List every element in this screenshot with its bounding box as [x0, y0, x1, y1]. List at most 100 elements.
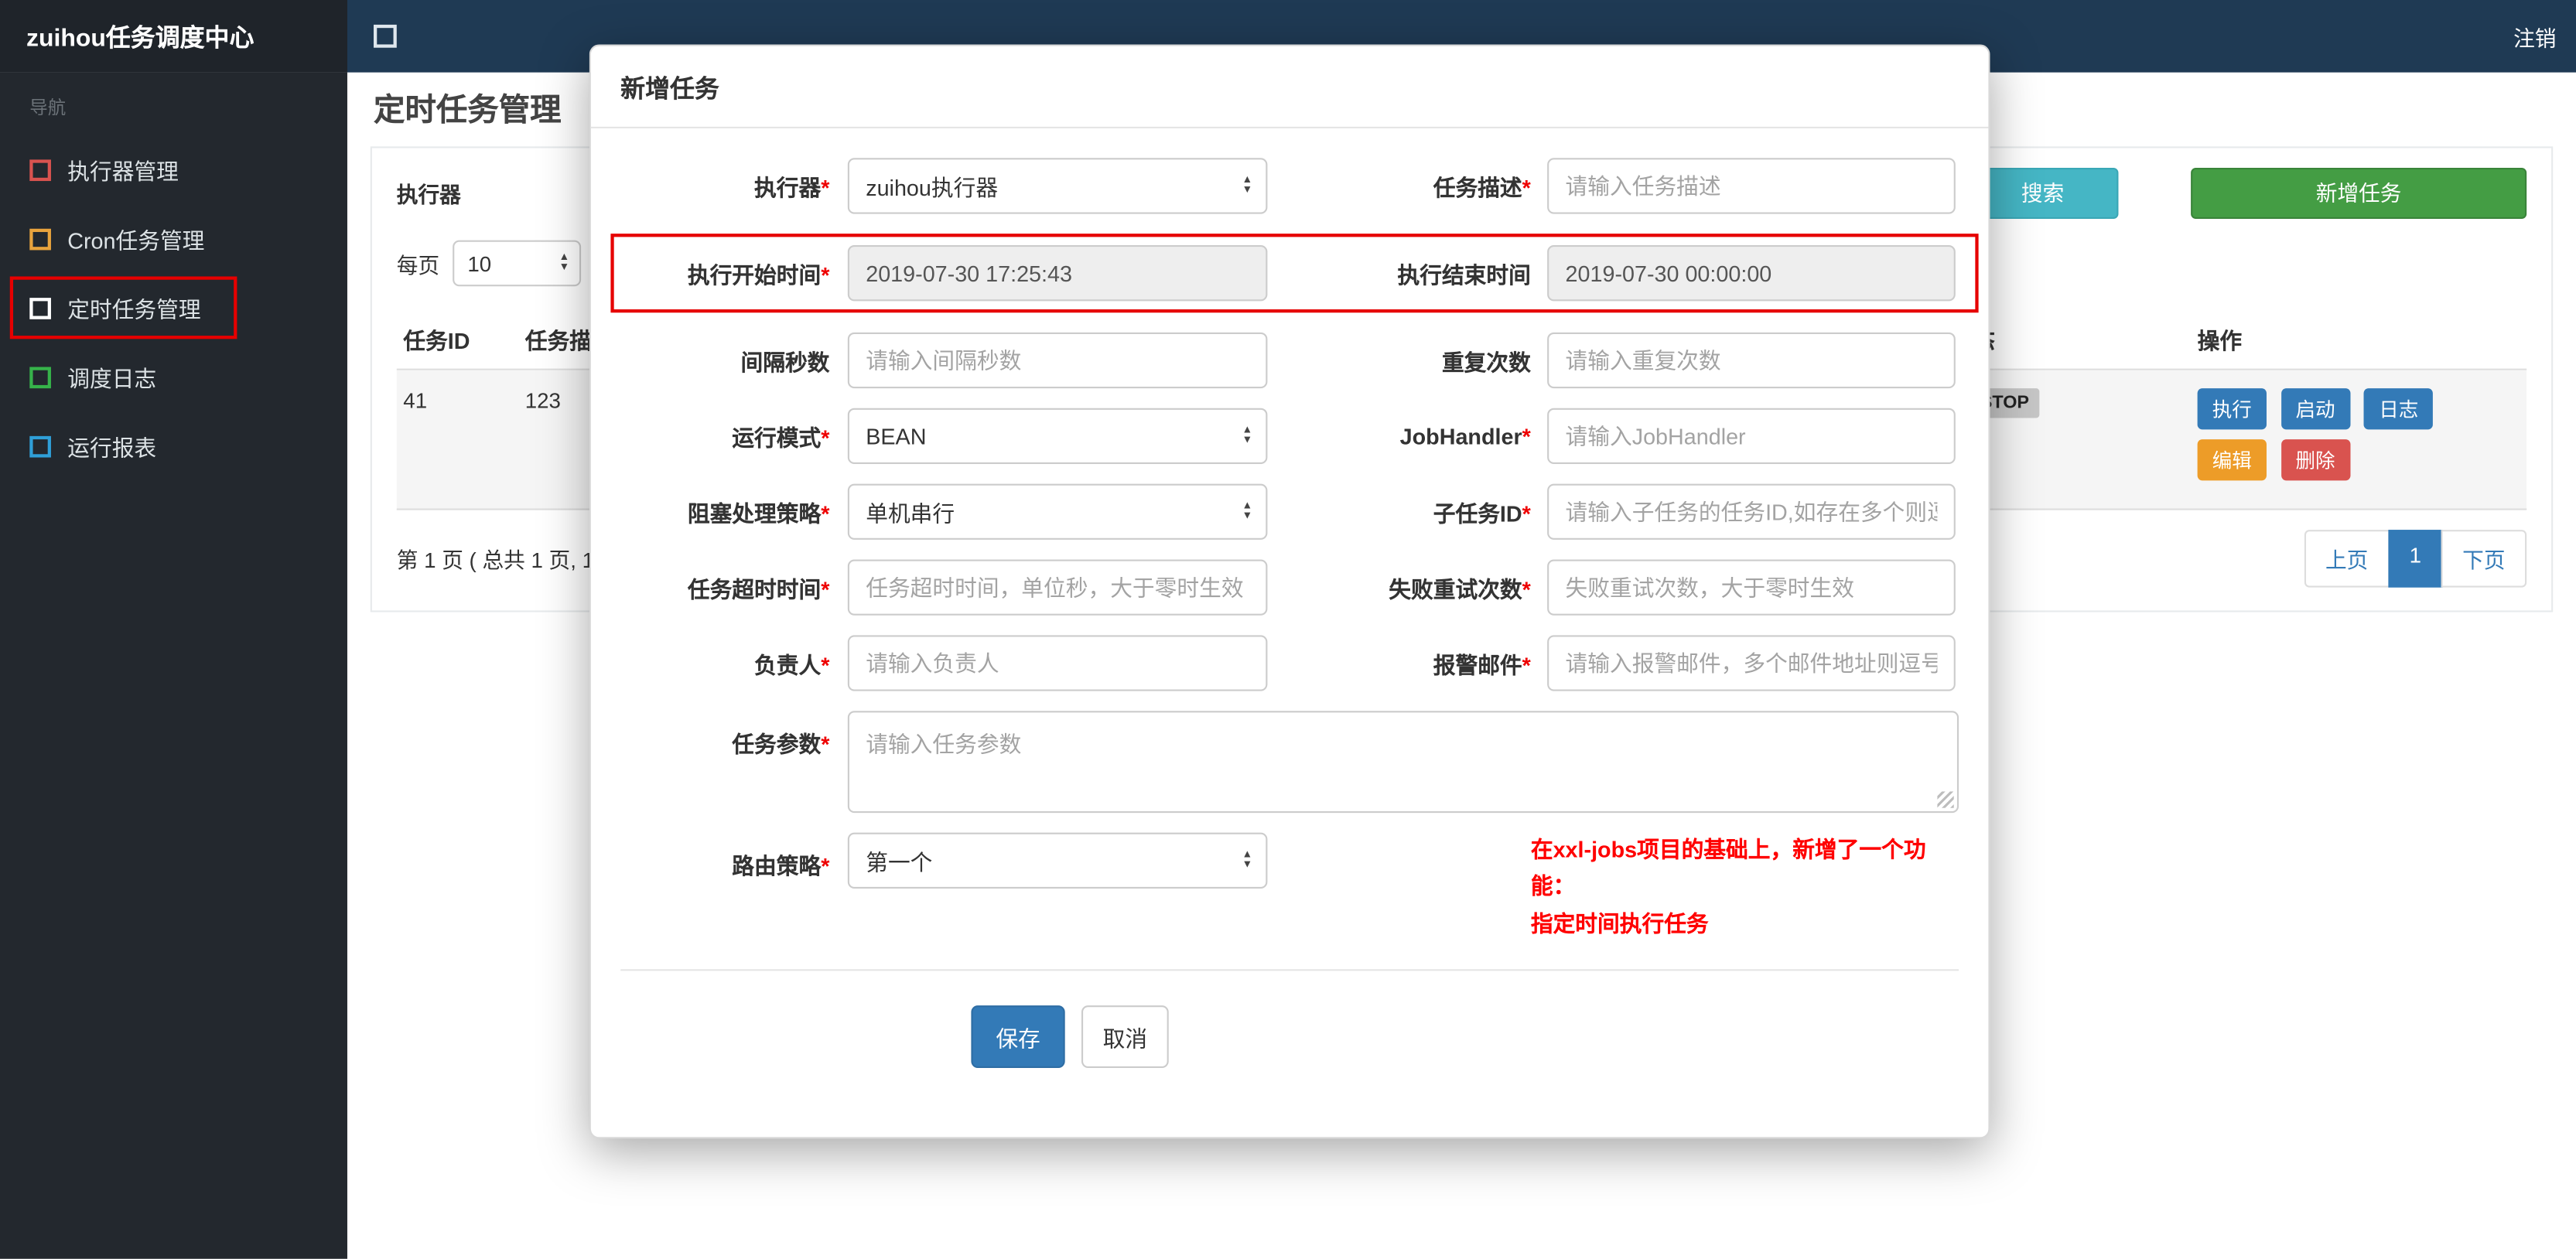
log-button[interactable]: 日志: [2364, 388, 2434, 430]
form-row-task-params: 任务参数*: [620, 711, 1959, 814]
end-time-input[interactable]: [1547, 245, 1956, 302]
select-arrows-icon: [1242, 176, 1253, 196]
required-marker: *: [1522, 176, 1531, 201]
next-page-button[interactable]: 下页: [2441, 530, 2527, 588]
owner-input[interactable]: [847, 635, 1268, 691]
select-arrows-icon: [559, 254, 570, 274]
block-strategy-select-value: 单机串行: [866, 501, 955, 527]
field-label-start-time: 执行开始时间*: [687, 263, 830, 288]
cancel-button[interactable]: 取消: [1081, 1005, 1169, 1068]
required-marker: *: [821, 263, 830, 288]
route-strategy-select[interactable]: 第一个: [847, 832, 1268, 889]
form-row-exec-time: 执行开始时间* 执行结束时间: [610, 234, 1979, 313]
interval-seconds-input[interactable]: [847, 332, 1268, 389]
required-marker: *: [1522, 501, 1531, 527]
executor-select[interactable]: zuihou执行器: [847, 158, 1268, 214]
per-page-select[interactable]: 10: [453, 240, 582, 287]
required-marker: *: [1522, 653, 1531, 678]
required-marker: *: [1522, 423, 1531, 449]
task-params-textarea[interactable]: [847, 711, 1959, 814]
form-row-interval: 间隔秒数 重复次数: [620, 332, 1959, 389]
edit-button[interactable]: 编辑: [2197, 439, 2267, 481]
select-arrows-icon: [1242, 502, 1253, 522]
field-label-end-time: 执行结束时间: [1397, 263, 1531, 288]
field-label-child-task-id: 子任务ID*: [1433, 501, 1531, 527]
task-desc-input[interactable]: [1547, 158, 1956, 214]
required-marker: *: [821, 176, 830, 201]
sidebar-item-label: 调度日志: [67, 367, 157, 392]
executor-filter-label: 执行器: [396, 183, 461, 208]
app-brand: zuihou任务调度中心: [0, 0, 347, 73]
form-row-run-mode: 运行模式* BEAN JobHandler*: [620, 408, 1959, 465]
cell-task-id: 41: [403, 388, 428, 414]
menu-collapse-icon[interactable]: [374, 24, 397, 48]
field-label-alarm-email: 报警邮件*: [1433, 653, 1531, 678]
field-label-task-timeout: 任务超时时间*: [687, 577, 830, 602]
square-icon: [29, 159, 51, 180]
required-marker: *: [821, 854, 830, 879]
feature-note-line2: 指定时间执行任务: [1530, 910, 1709, 936]
sidebar-section-label: 导航: [29, 98, 67, 119]
sidebar-item-dispatch-logs[interactable]: 调度日志: [0, 343, 347, 411]
jobhandler-input[interactable]: [1547, 408, 1956, 465]
prev-page-button[interactable]: 上页: [2304, 530, 2390, 588]
run-button[interactable]: 执行: [2197, 388, 2267, 430]
modal-body: 执行器* zuihou执行器 任务描述* 执行开始时间* 执行: [591, 128, 1989, 943]
start-time-input[interactable]: [847, 245, 1268, 302]
sidebar-item-label: Cron任务管理: [67, 228, 205, 254]
form-row-timeout: 任务超时时间* 失败重试次数*: [620, 559, 1959, 616]
modal-footer: 保存 取消: [620, 968, 1959, 1137]
run-mode-select-value: BEAN: [866, 423, 927, 449]
field-label-executor: 执行器*: [754, 176, 830, 201]
required-marker: *: [821, 426, 830, 452]
field-label-route-strategy: 路由策略*: [732, 854, 830, 879]
form-row-route-strategy: 路由策略* 第一个 在xxl-jobs项目的基础上，新增了一个功能： 指定时间执…: [620, 832, 1959, 943]
per-page-value: 10: [467, 251, 492, 276]
start-button[interactable]: 启动: [2280, 388, 2350, 430]
pagination: 上页 1 下页: [2304, 530, 2527, 588]
sidebar-item-run-reports[interactable]: 运行报表: [0, 411, 347, 480]
field-label-run-mode: 运行模式*: [732, 426, 830, 452]
delete-button[interactable]: 删除: [2280, 439, 2350, 481]
repeat-count-input[interactable]: [1547, 332, 1956, 389]
child-task-id-input[interactable]: [1547, 483, 1956, 540]
col-header-actions: 操作: [2197, 329, 2243, 354]
select-arrows-icon: [1242, 426, 1253, 446]
route-strategy-select-value: 第一个: [866, 851, 933, 875]
square-icon: [29, 227, 51, 250]
select-arrows-icon: [1242, 851, 1253, 871]
fail-retry-count-input[interactable]: [1547, 559, 1956, 616]
required-marker: *: [821, 501, 830, 527]
sidebar-item-cron-tasks[interactable]: Cron任务管理: [0, 204, 347, 273]
page-1-button[interactable]: 1: [2387, 530, 2443, 588]
sidebar-item-executor-manage[interactable]: 执行器管理: [0, 135, 347, 203]
logout-link[interactable]: 注销: [2513, 21, 2556, 52]
field-label-task-desc: 任务描述*: [1433, 176, 1531, 201]
sidebar-item-scheduled-tasks[interactable]: 定时任务管理: [0, 273, 347, 342]
cell-actions: 执行 启动 日志 编辑 删除: [2191, 370, 2526, 509]
alarm-email-input[interactable]: [1547, 635, 1956, 691]
form-row-owner: 负责人* 报警邮件*: [620, 635, 1959, 691]
sidebar-item-label: 执行器管理: [67, 159, 179, 185]
field-label-jobhandler: JobHandler*: [1399, 423, 1531, 449]
save-button[interactable]: 保存: [971, 1005, 1065, 1068]
add-task-button[interactable]: 新增任务: [2191, 168, 2527, 219]
square-icon: [29, 435, 51, 457]
field-label-task-params: 任务参数*: [732, 732, 830, 757]
field-label-repeat-count: 重复次数: [1441, 350, 1531, 376]
task-timeout-input[interactable]: [847, 559, 1268, 616]
sidebar: 导航 执行器管理 Cron任务管理 定时任务管理 调度日志 运行报表: [0, 72, 347, 1259]
required-marker: *: [821, 732, 830, 757]
per-page-prefix: 每页: [396, 252, 440, 278]
textarea-resize-handle[interactable]: [1937, 791, 1954, 808]
add-task-modal: 新增任务 执行器* zuihou执行器 任务描述* 执行开始时间*: [589, 44, 1990, 1139]
executor-select-value: zuihou执行器: [866, 176, 999, 201]
run-mode-select[interactable]: BEAN: [847, 408, 1268, 465]
required-marker: *: [821, 653, 830, 678]
field-label-block-strategy: 阻塞处理策略*: [687, 501, 830, 527]
block-strategy-select[interactable]: 单机串行: [847, 483, 1268, 540]
required-marker: *: [1522, 577, 1531, 602]
square-icon: [29, 297, 51, 319]
feature-note-line1: 在xxl-jobs项目的基础上，新增了一个功能：: [1530, 838, 1926, 899]
square-icon: [29, 366, 51, 388]
